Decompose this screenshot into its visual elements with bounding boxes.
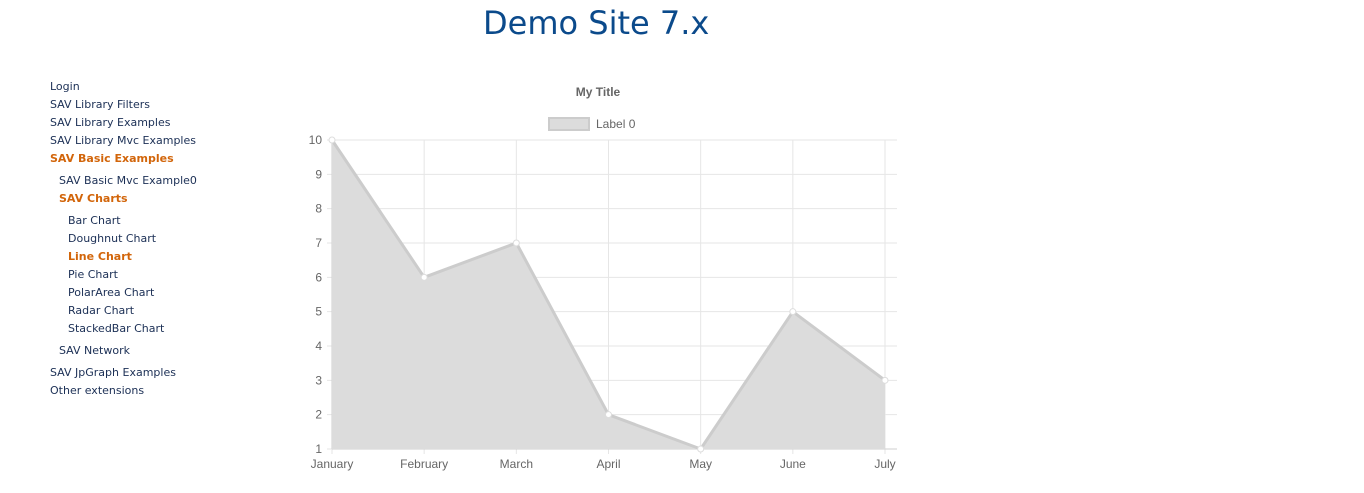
nav-item-login[interactable]: Login (50, 78, 80, 96)
nav-item-pie-chart[interactable]: Pie Chart (68, 266, 118, 284)
y-tick-label: 1 (315, 442, 322, 456)
y-tick-label: 6 (315, 270, 322, 284)
nav-item-other-extensions[interactable]: Other extensions (50, 382, 144, 400)
data-point (328, 136, 336, 144)
nav-item-sav-library-filters[interactable]: SAV Library Filters (50, 96, 150, 114)
nav-item-polararea-chart[interactable]: PolarArea Chart (68, 284, 154, 302)
data-point (789, 308, 797, 316)
y-tick-label: 7 (315, 236, 322, 250)
nav-item-sav-basic-mvc-example0[interactable]: SAV Basic Mvc Example0 (59, 172, 197, 190)
nav-item-sav-jpgraph-examples[interactable]: SAV JpGraph Examples (50, 364, 176, 382)
nav-item-radar-chart[interactable]: Radar Chart (68, 302, 134, 320)
x-tick-label: July (874, 457, 895, 471)
x-tick-label: February (400, 457, 448, 471)
nav-item-sav-library-examples[interactable]: SAV Library Examples (50, 114, 170, 132)
chart-canvas: My Title Label 0 1 2 3 4 5 6 7 8 9 10 January Februar… (309, 85, 897, 471)
nav-item-line-chart[interactable]: Line Chart (68, 248, 132, 266)
nav-item-sav-charts[interactable]: SAV Charts (59, 190, 128, 208)
x-tick-label: May (689, 457, 712, 471)
x-tick-label: March (500, 457, 533, 471)
y-tick-label: 5 (315, 305, 322, 319)
line-chart: My Title Label 0 1 2 3 4 5 6 7 8 9 10 January Februar… (295, 78, 907, 478)
nav-item-sav-network[interactable]: SAV Network (59, 342, 130, 360)
chart-title: My Title (576, 85, 621, 99)
nav-item-sav-basic-examples[interactable]: SAV Basic Examples (50, 150, 174, 168)
y-tick-label: 8 (315, 202, 322, 216)
x-tick-label: June (780, 457, 806, 471)
site-title: Demo Site 7.x (483, 4, 710, 42)
data-point (697, 445, 705, 453)
x-tick-label: January (311, 457, 354, 471)
y-tick-label: 3 (315, 373, 322, 387)
data-point (420, 273, 428, 281)
y-tick-label: 9 (315, 167, 322, 181)
nav-item-doughnut-chart[interactable]: Doughnut Chart (68, 230, 156, 248)
data-point (605, 411, 612, 419)
data-point (512, 239, 520, 247)
nav-item-sav-library-mvc-examples[interactable]: SAV Library Mvc Examples (50, 132, 196, 150)
x-tick-label: April (596, 457, 620, 471)
legend-label: Label 0 (596, 117, 636, 131)
legend-swatch (548, 117, 590, 131)
y-tick-label: 4 (315, 339, 322, 353)
nav-item-stackedbar-chart[interactable]: StackedBar Chart (68, 320, 164, 338)
y-tick-label: 10 (309, 133, 323, 147)
y-tick-label: 2 (315, 408, 322, 422)
data-point (881, 376, 889, 384)
nav-item-bar-chart[interactable]: Bar Chart (68, 212, 121, 230)
